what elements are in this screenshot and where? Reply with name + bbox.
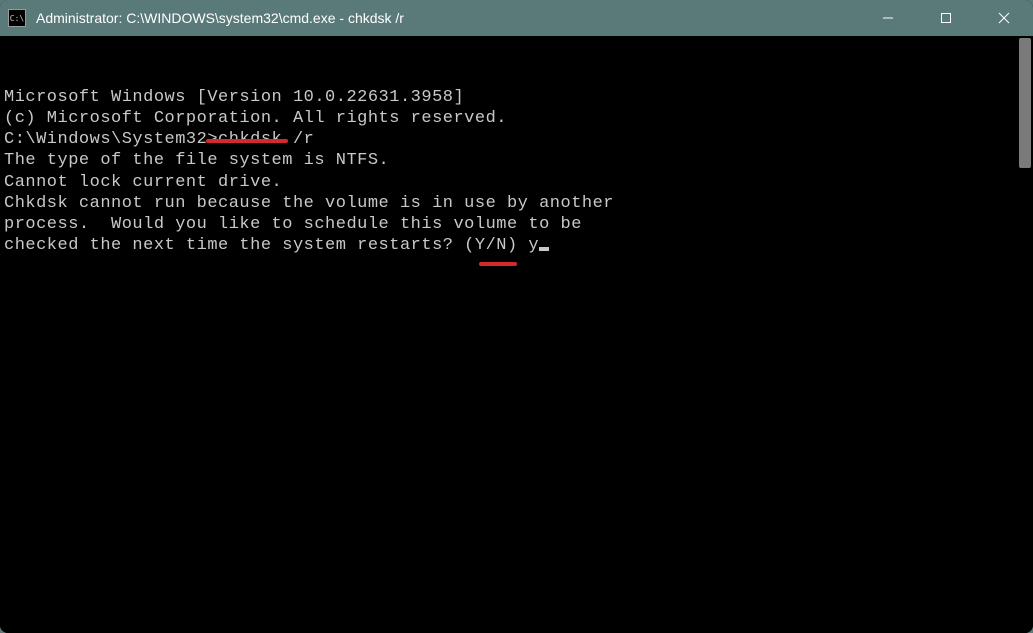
output-line: Chkdsk cannot run because the volume is … <box>4 193 1013 214</box>
output-line: The type of the file system is NTFS. <box>4 150 1013 171</box>
maximize-icon <box>940 12 952 24</box>
window-controls <box>859 0 1033 36</box>
prompt-line: C:\Windows\System32>chkdsk /r <box>4 129 1013 150</box>
annotation-underline-answer <box>479 262 517 266</box>
output-line: process. Would you like to schedule this… <box>4 214 1013 235</box>
terminal-output[interactable]: Microsoft Windows [Version 10.0.22631.39… <box>0 36 1017 633</box>
vertical-scrollbar[interactable] <box>1017 36 1033 633</box>
close-icon <box>998 12 1010 24</box>
terminal-area: Microsoft Windows [Version 10.0.22631.39… <box>0 36 1033 633</box>
output-line: Cannot lock current drive. <box>4 172 1013 193</box>
cmd-icon: C:\ <box>8 9 26 27</box>
output-line: Microsoft Windows [Version 10.0.22631.39… <box>4 87 1013 108</box>
question-text: checked the next time the system restart… <box>4 236 528 255</box>
maximize-button[interactable] <box>917 0 975 36</box>
text-cursor <box>539 247 549 251</box>
minimize-icon <box>882 12 894 24</box>
scrollbar-thumb[interactable] <box>1019 38 1031 168</box>
prompt-path: C:\Windows\System32> <box>4 130 218 149</box>
titlebar[interactable]: C:\ Administrator: C:\WINDOWS\system32\c… <box>0 0 1033 36</box>
prompt-question-line: checked the next time the system restart… <box>4 235 1013 256</box>
minimize-button[interactable] <box>859 0 917 36</box>
user-answer: y <box>528 236 539 255</box>
annotation-underline-command <box>206 139 288 143</box>
output-line: (c) Microsoft Corporation. All rights re… <box>4 108 1013 129</box>
window-title: Administrator: C:\WINDOWS\system32\cmd.e… <box>36 10 859 26</box>
cmd-window: C:\ Administrator: C:\WINDOWS\system32\c… <box>0 0 1033 633</box>
close-button[interactable] <box>975 0 1033 36</box>
